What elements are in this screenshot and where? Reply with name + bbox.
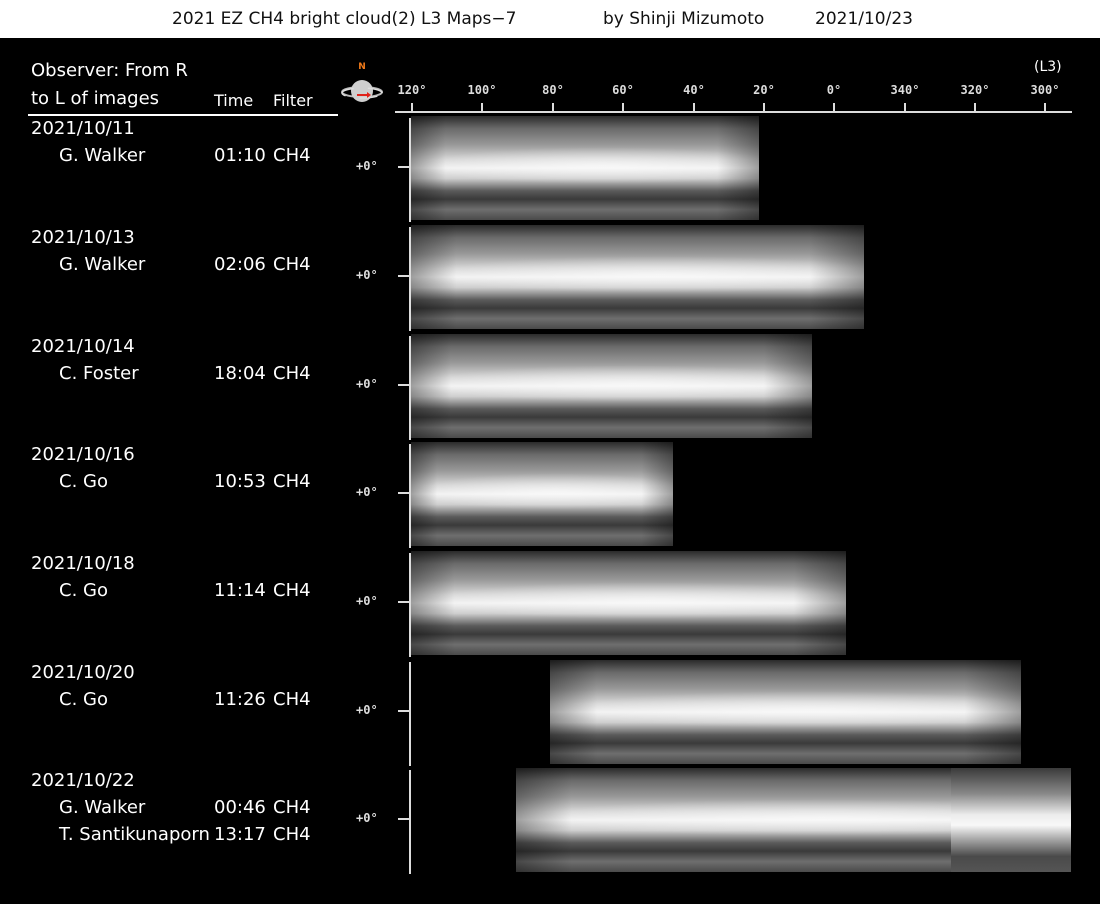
publish-date: 2021/10/23	[815, 9, 913, 29]
north-marker: N	[358, 62, 366, 72]
filter-name: CH4	[273, 580, 311, 601]
observation-date: 2021/10/20	[31, 662, 135, 683]
latitude-tick	[398, 818, 409, 820]
second-observer-map-segment	[951, 768, 1071, 872]
observation-date: 2021/10/16	[31, 444, 135, 465]
methane-band-map-image	[411, 551, 846, 655]
longitude-axis-line	[395, 111, 1072, 113]
latitude-tick	[398, 275, 409, 277]
observation-time: 02:06	[214, 254, 266, 275]
methane-band-map-image	[411, 442, 673, 546]
observation-date: 2021/10/11	[31, 118, 135, 139]
latitude-label: +0°	[356, 703, 378, 717]
limb-darkening-shade	[411, 225, 864, 329]
author-byline: by Shinji Mizumoto	[603, 9, 765, 29]
methane-band-map-image	[516, 768, 1071, 872]
observation-time: 13:17	[214, 824, 266, 845]
longitude-tick-label: 300°	[1030, 83, 1060, 97]
observation-date: 2021/10/18	[31, 553, 135, 574]
latitude-label: +0°	[356, 268, 378, 282]
latitude-tick	[398, 601, 409, 603]
observer-name: G. Walker	[59, 254, 146, 275]
observation-time: 18:04	[214, 363, 266, 384]
observer-name: T. Santikunaporn	[59, 824, 210, 845]
latitude-tick	[398, 710, 409, 712]
observer-name: C. Go	[59, 471, 108, 492]
title-bar: 2021 EZ CH4 bright cloud(2) L3 Maps−7 by…	[0, 0, 1100, 38]
header-divider	[28, 114, 338, 116]
latitude-axis-line	[409, 770, 411, 874]
longitude-tick-label: 100°	[467, 83, 497, 97]
filter-name: CH4	[273, 254, 311, 275]
latitude-tick	[398, 166, 409, 168]
observer-header-line1: Observer: From R	[31, 60, 188, 81]
methane-band-map-image	[411, 225, 864, 329]
observer-header-line2: to L of images	[31, 88, 160, 109]
observer-name: C. Foster	[59, 363, 139, 384]
limb-darkening-shade	[411, 551, 846, 655]
limb-darkening-shade	[411, 116, 759, 220]
filter-name: CH4	[273, 471, 311, 492]
observer-name: C. Go	[59, 689, 108, 710]
page-title: 2021 EZ CH4 bright cloud(2) L3 Maps−7	[172, 9, 517, 29]
methane-band-map-image	[550, 660, 1021, 764]
limb-darkening-shade	[550, 660, 1021, 764]
latitude-label: +0°	[356, 485, 378, 499]
observation-time: 00:46	[214, 797, 266, 818]
filter-name: CH4	[273, 797, 311, 818]
longitude-tick-label: 20°	[753, 83, 775, 97]
limb-darkening-shade	[411, 334, 812, 438]
latitude-label: +0°	[356, 159, 378, 173]
observation-date: 2021/10/14	[31, 336, 135, 357]
longitude-tick-label: 320°	[960, 83, 990, 97]
time-column-header: Time	[214, 91, 254, 110]
longitude-tick-label: 60°	[612, 83, 634, 97]
latitude-label: +0°	[356, 377, 378, 391]
observation-time: 10:53	[214, 471, 266, 492]
observation-time: 11:26	[214, 689, 266, 710]
observer-name: C. Go	[59, 580, 108, 601]
planet-orientation-icon: N	[340, 60, 384, 108]
longitude-tick-label: 120°	[397, 83, 427, 97]
longitude-system-label: (L3)	[1034, 59, 1062, 75]
observer-name: G. Walker	[59, 145, 146, 166]
filter-name: CH4	[273, 824, 311, 845]
observation-time: 11:14	[214, 580, 266, 601]
methane-band-map-image	[411, 116, 759, 220]
filter-name: CH4	[273, 689, 311, 710]
latitude-tick	[398, 492, 409, 494]
longitude-tick-label: 40°	[683, 83, 705, 97]
limb-darkening-shade	[411, 442, 673, 546]
observer-name: G. Walker	[59, 797, 146, 818]
latitude-label: +0°	[356, 594, 378, 608]
longitude-tick-label: 340°	[890, 83, 920, 97]
longitude-tick-label: 0°	[826, 83, 842, 97]
methane-band-map-image	[411, 334, 812, 438]
filter-name: CH4	[273, 363, 311, 384]
latitude-axis-line	[409, 662, 411, 766]
observation-date: 2021/10/13	[31, 227, 135, 248]
latitude-tick	[398, 384, 409, 386]
longitude-tick-label: 80°	[542, 83, 564, 97]
observation-date: 2021/10/22	[31, 770, 135, 791]
latitude-label: +0°	[356, 811, 378, 825]
filter-name: CH4	[273, 145, 311, 166]
filter-column-header: Filter	[273, 91, 313, 110]
observation-time: 01:10	[214, 145, 266, 166]
